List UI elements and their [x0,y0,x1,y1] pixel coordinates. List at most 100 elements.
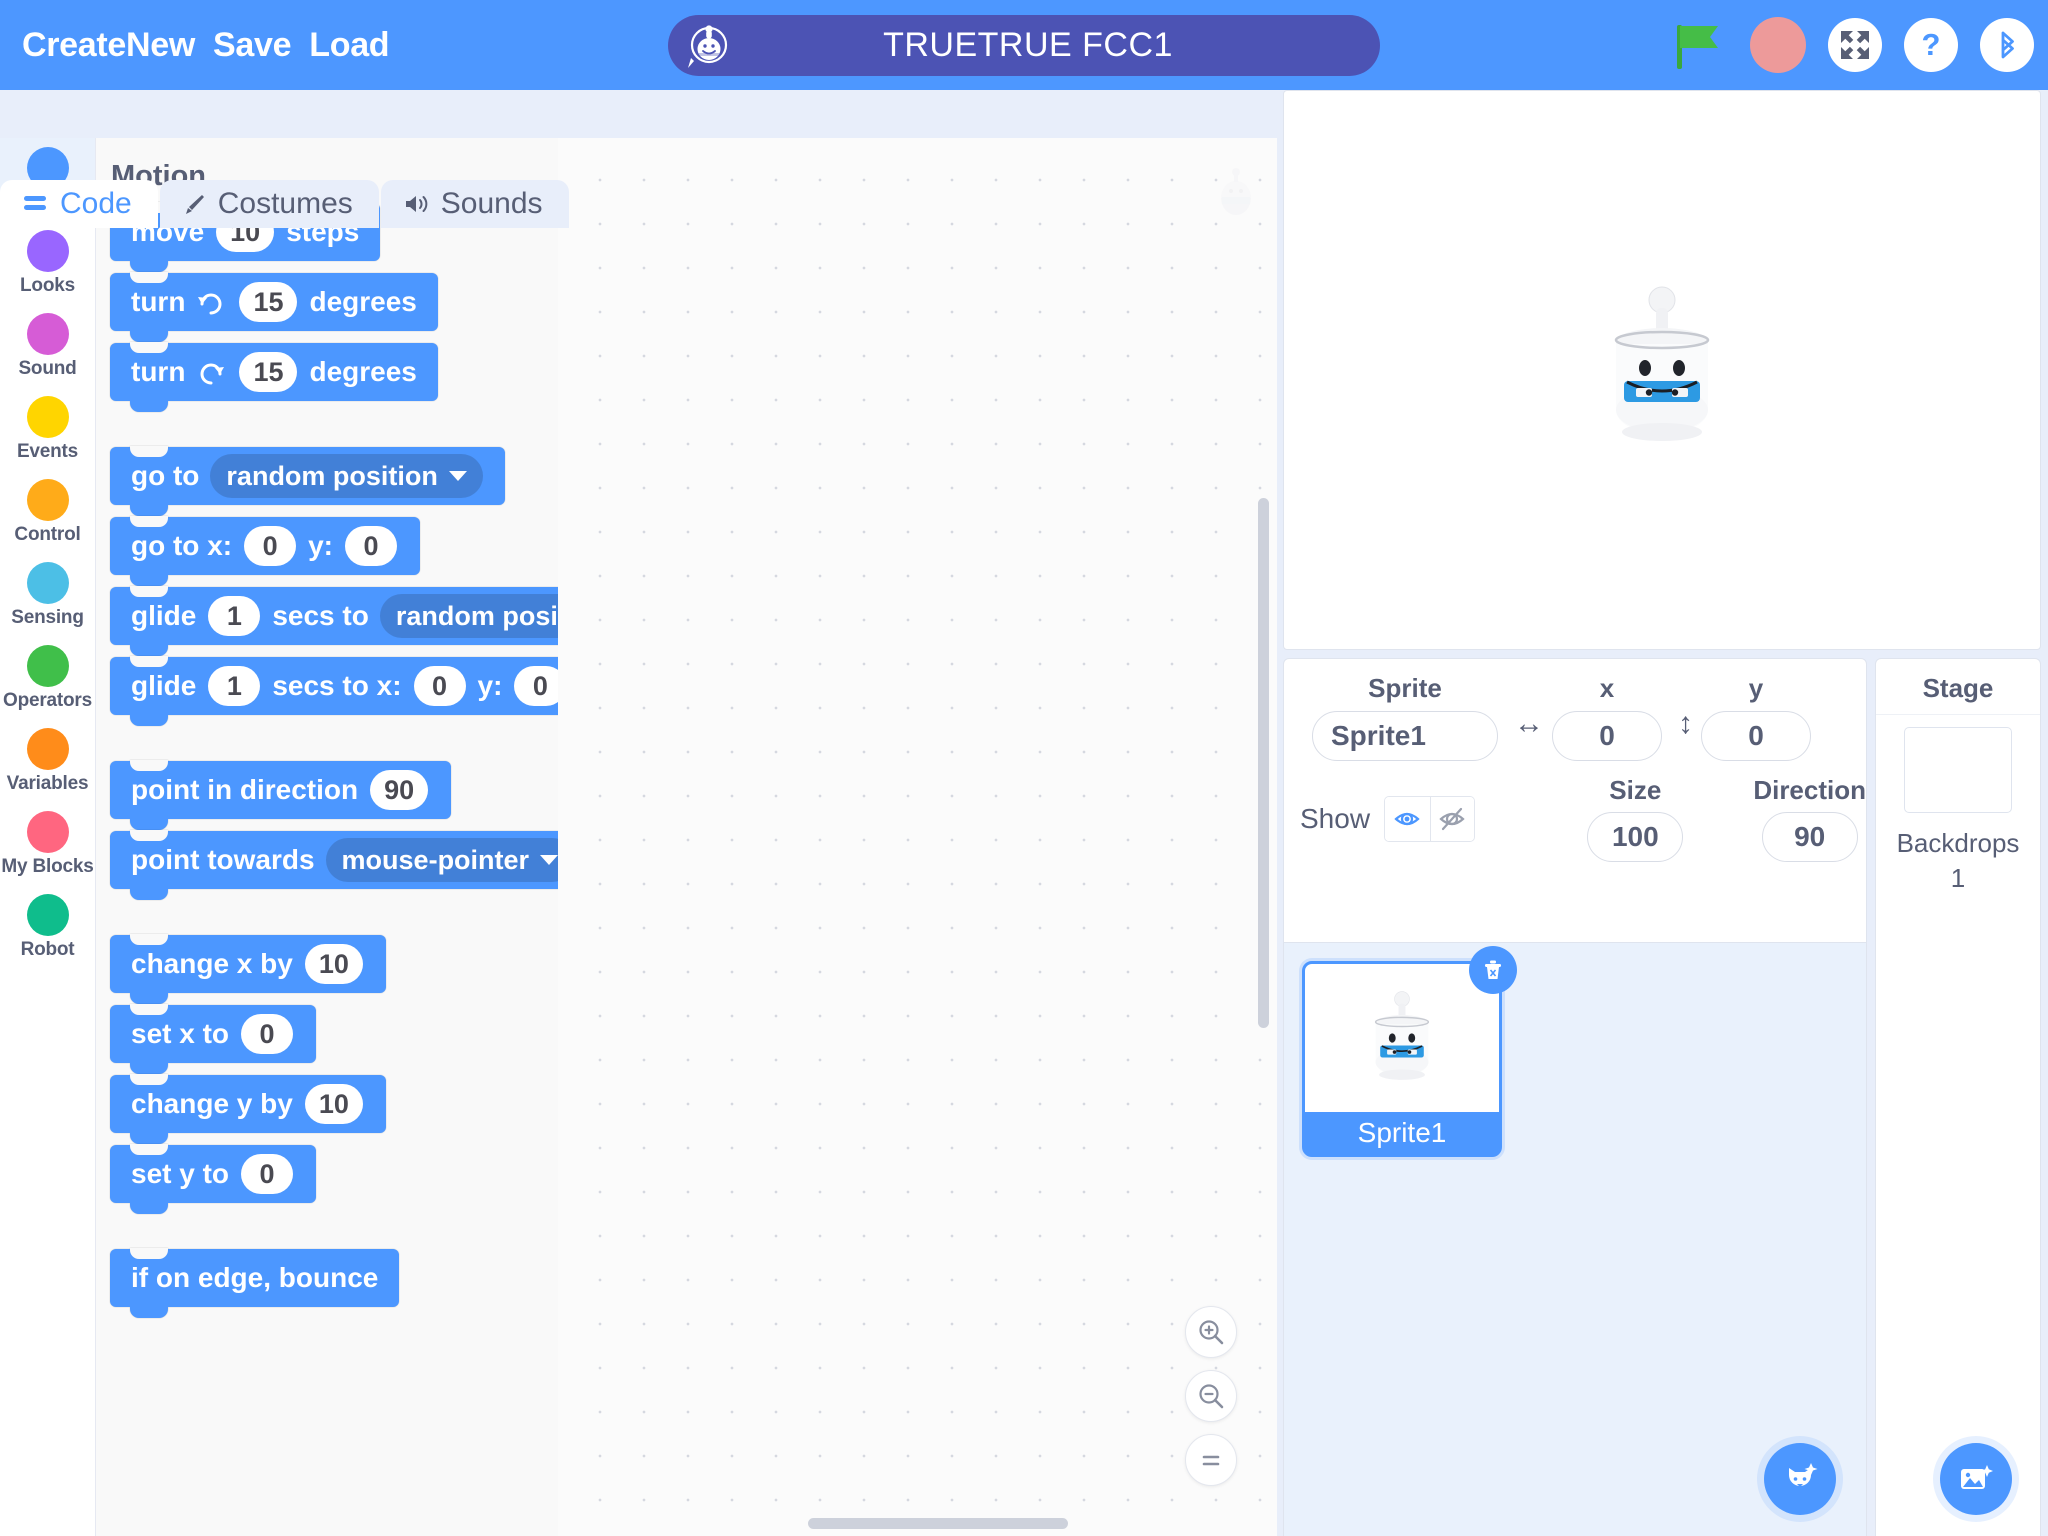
block-input-secs[interactable]: 1 [208,666,261,706]
block-palette[interactable]: Motion move 10 steps turn 15 degrees tur… [96,138,558,1536]
magnifier-minus-icon[interactable] [1185,1370,1237,1422]
turn-counterclockwise-icon [196,357,226,387]
block-label: degrees [309,286,417,317]
add-sprite-button[interactable] [1764,1443,1836,1515]
editor-tabs: Code Costumes Sounds [0,180,569,228]
menu-item-save[interactable]: Save [213,26,292,65]
block-dropdown-target[interactable]: random position [379,594,558,638]
blocks-workspace[interactable] [558,138,1277,1536]
sprite-x-label: x [1599,673,1615,703]
category-sensing[interactable]: Sensing [0,553,95,636]
workspace-vertical-scrollbar[interactable] [1258,498,1269,1028]
block-set-x-to[interactable]: set x to 0 [110,1004,317,1074]
block-input-x[interactable]: 0 [244,526,297,566]
block-input-dy[interactable]: 10 [304,1084,363,1124]
block-input-dx[interactable]: 10 [304,944,363,984]
category-operators[interactable]: Operators [0,636,95,719]
stop-button-icon[interactable] [1750,17,1806,73]
category-robot[interactable]: Robot [0,885,95,968]
sprite-name-input[interactable]: Sprite1 [1312,711,1498,761]
category-label: Events [16,441,79,462]
block-label: secs to x: [272,670,402,701]
sprite-card-sprite1[interactable]: Sprite1 [1302,946,1517,1157]
category-my-blocks[interactable]: My Blocks [0,802,95,885]
category-looks[interactable]: Looks [0,221,95,304]
block-input-degrees[interactable]: 15 [239,352,298,392]
horizontal-arrows-icon: ↔ [1514,707,1544,740]
block-label: point towards [131,844,315,875]
sprite-size-input[interactable]: 100 [1587,812,1684,862]
block-input-secs[interactable]: 1 [208,596,261,636]
block-dropdown-target[interactable]: random position [210,454,483,498]
stage-sprite-robot[interactable] [1594,282,1730,459]
block-dropdown-target[interactable]: mouse-pointer [325,838,558,882]
block-point-in-direction[interactable]: point in direction 90 [110,760,452,830]
category-label: Variables [6,773,89,794]
fullscreen-icon[interactable] [1828,18,1882,72]
sprite-show-label: Show [1300,802,1371,834]
block-input-y[interactable]: 0 [241,1154,294,1194]
equals-icon[interactable] [1185,1434,1237,1486]
menu-bar-actions: CreateNew Save Load [0,26,390,65]
help-question-icon[interactable]: ? [1904,18,1958,72]
eye-hidden-icon[interactable] [1429,796,1475,841]
block-input-x[interactable]: 0 [241,1014,294,1054]
category-control[interactable]: Control [0,470,95,553]
tab-code[interactable]: Code [0,180,158,228]
tab-costumes[interactable]: Costumes [159,180,379,228]
category-variables[interactable]: Variables [0,719,95,802]
category-color-dot [26,811,69,853]
sprite-direction-label: Direction [1753,775,1866,805]
block-go-to[interactable]: go to random position [110,446,505,516]
category-sound[interactable]: Sound [0,304,95,387]
sprite-y-label: y [1748,673,1764,703]
block-point-towards[interactable]: point towards mouse-pointer [110,830,558,900]
block-change-y-by[interactable]: change y by 10 [110,1074,386,1144]
bluetooth-icon[interactable] [1980,18,2034,72]
sprite-direction-input[interactable]: 90 [1761,812,1858,862]
category-events[interactable]: Events [0,387,95,470]
turn-clockwise-icon [196,287,226,317]
category-color-dot [26,479,69,521]
block-input-y[interactable]: 0 [514,666,558,706]
block-if-on-edge-bounce[interactable]: if on edge, bounce [110,1248,400,1318]
backdrop-thumbnail[interactable] [1904,727,2012,813]
tab-sounds[interactable]: Sounds [380,180,569,228]
block-input-direction[interactable]: 90 [370,770,429,810]
sprite-y-input[interactable]: 0 [1701,711,1811,761]
sprite-y-field: y 0 [1701,673,1811,761]
stage-display[interactable] [1283,90,2041,650]
block-change-x-by[interactable]: change x by 10 [110,934,386,1004]
eye-visible-icon[interactable] [1385,796,1430,841]
workspace-horizontal-scrollbar[interactable] [808,1518,1068,1529]
category-label: Control [14,524,81,545]
block-input-y[interactable]: 0 [345,526,397,566]
block-label: degrees [309,356,417,387]
block-go-to-xy[interactable]: go to x: 0 y: 0 [110,516,420,586]
delete-sprite-trash-icon[interactable] [1469,946,1517,994]
block-input-x[interactable]: 0 [413,666,466,706]
project-title-pill[interactable]: TRUETRUE FCC1 [668,15,1380,76]
block-input-degrees[interactable]: 15 [239,282,298,322]
block-label: y: [477,670,503,701]
menu-item-create-new[interactable]: CreateNew [22,26,195,65]
stage-selector-panel: Stage Backdrops 1 [1875,658,2041,1536]
menu-item-load[interactable]: Load [309,26,389,65]
block-label: set x to [131,1018,230,1049]
stage-panel-title: Stage [1876,659,2040,715]
magnifier-plus-icon[interactable] [1185,1306,1237,1358]
svg-text:?: ? [1922,27,1941,62]
block-glide-to-xy[interactable]: glide 1 secs to x: 0 y: 0 [110,656,558,726]
block-turn-right[interactable]: turn 15 degrees [110,272,438,342]
sprite-x-input[interactable]: 0 [1552,711,1662,761]
block-turn-left[interactable]: turn 15 degrees [110,342,438,412]
block-set-y-to[interactable]: set y to 0 [110,1144,317,1214]
green-flag-icon[interactable] [1668,17,1728,73]
block-glide-to[interactable]: glide 1 secs to random position [110,586,558,656]
category-color-dot [26,230,69,272]
add-backdrop-button[interactable] [1940,1443,2012,1515]
